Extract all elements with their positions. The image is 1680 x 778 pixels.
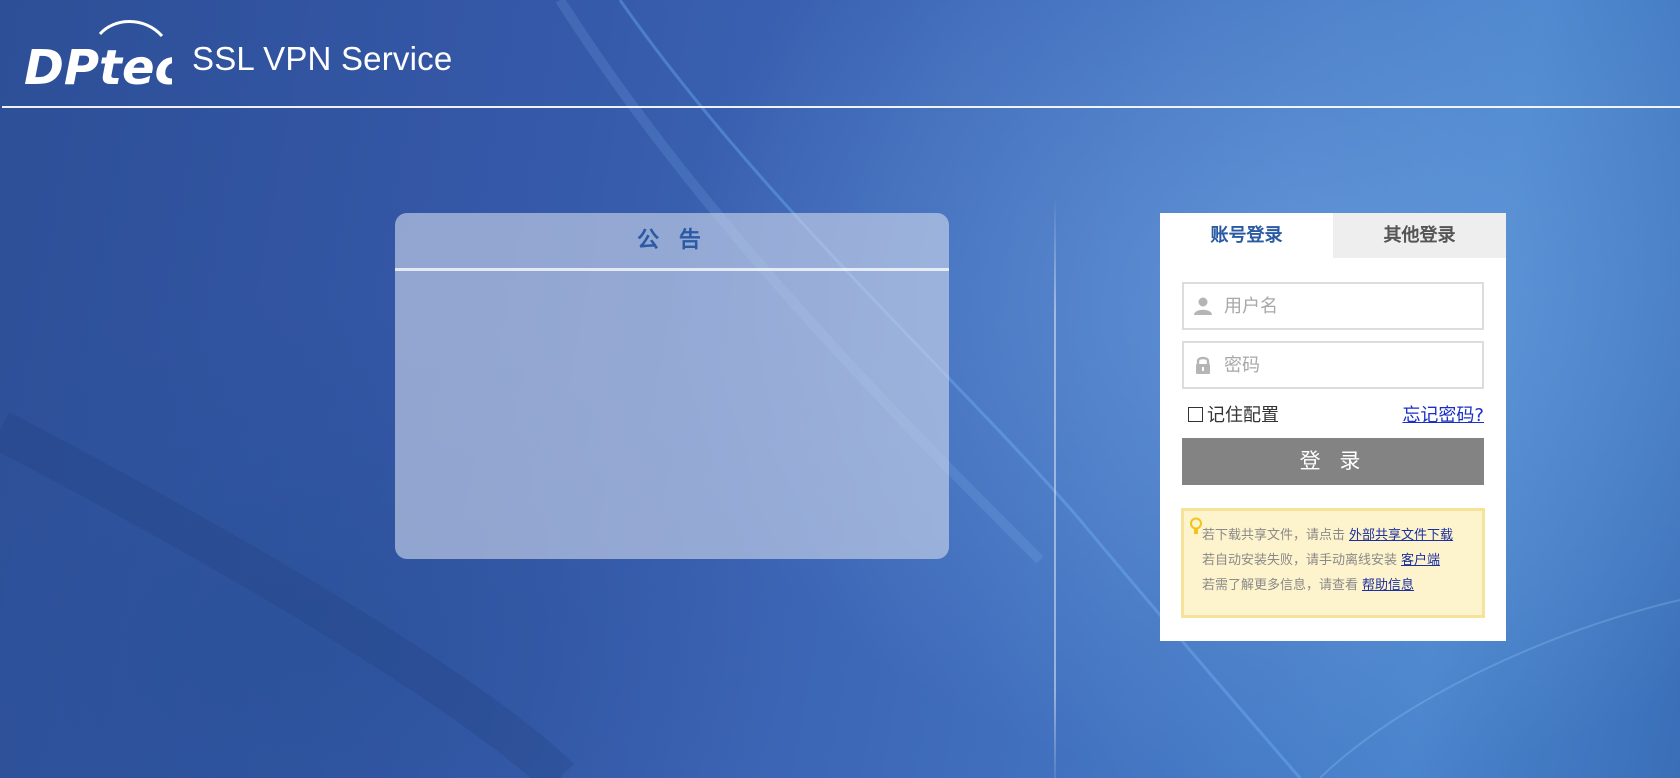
tab-other-login[interactable]: 其他登录 <box>1333 213 1506 258</box>
tab-account-login[interactable]: 账号登录 <box>1160 213 1333 258</box>
help-info-link[interactable]: 帮助信息 <box>1362 578 1414 593</box>
tip-text: 若需了解更多信息，请查看 <box>1202 578 1359 593</box>
username-input[interactable] <box>1224 284 1479 328</box>
header: DPtech SSL VPN Service <box>0 0 1680 108</box>
remember-checkbox[interactable] <box>1188 406 1203 422</box>
tip-text: 若下载共享文件，请点击 <box>1202 528 1346 543</box>
tip-line: 若自动安装失败，请手动离线安装 客户端 <box>1202 548 1482 573</box>
announcement-body <box>395 271 949 559</box>
announcement-title: 公 告 <box>395 213 949 271</box>
app-title: SSL VPN Service <box>192 40 453 77</box>
login-tabs: 账号登录 其他登录 <box>1160 213 1506 258</box>
dptech-logo: DPtech <box>24 20 172 90</box>
remember-label: 记住配置 <box>1207 405 1279 426</box>
lightbulb-icon <box>1190 517 1202 534</box>
vertical-divider <box>1054 196 1056 778</box>
lock-icon <box>1196 356 1210 374</box>
tip-text: 若自动安装失败，请手动离线安装 <box>1202 553 1398 568</box>
tip-line: 若需了解更多信息，请查看 帮助信息 <box>1202 573 1482 598</box>
tip-line: 若下载共享文件，请点击 外部共享文件下载 <box>1202 523 1482 548</box>
shared-files-download-link[interactable]: 外部共享文件下载 <box>1349 528 1453 543</box>
user-icon <box>1194 297 1212 315</box>
client-download-link[interactable]: 客户端 <box>1401 553 1440 568</box>
login-button[interactable]: 登 录 <box>1182 438 1484 485</box>
login-panel: 账号登录 其他登录 记住配置 忘记密码? 登 录 若下载共享文件，请点击外部共享… <box>1160 213 1506 641</box>
username-field <box>1182 282 1484 330</box>
tips-box: 若下载共享文件，请点击 外部共享文件下载 若自动安装失败，请手动离线安装 客户端 若… <box>1181 508 1485 618</box>
password-input[interactable] <box>1224 343 1479 387</box>
remember-config[interactable]: 记住配置 <box>1188 401 1279 427</box>
forgot-password-link[interactable]: 忘记密码? <box>1402 401 1484 427</box>
announcement-panel: 公 告 <box>395 213 949 559</box>
header-divider <box>2 106 1680 108</box>
password-field <box>1182 341 1484 389</box>
svg-text:DPtech: DPtech <box>24 40 172 90</box>
